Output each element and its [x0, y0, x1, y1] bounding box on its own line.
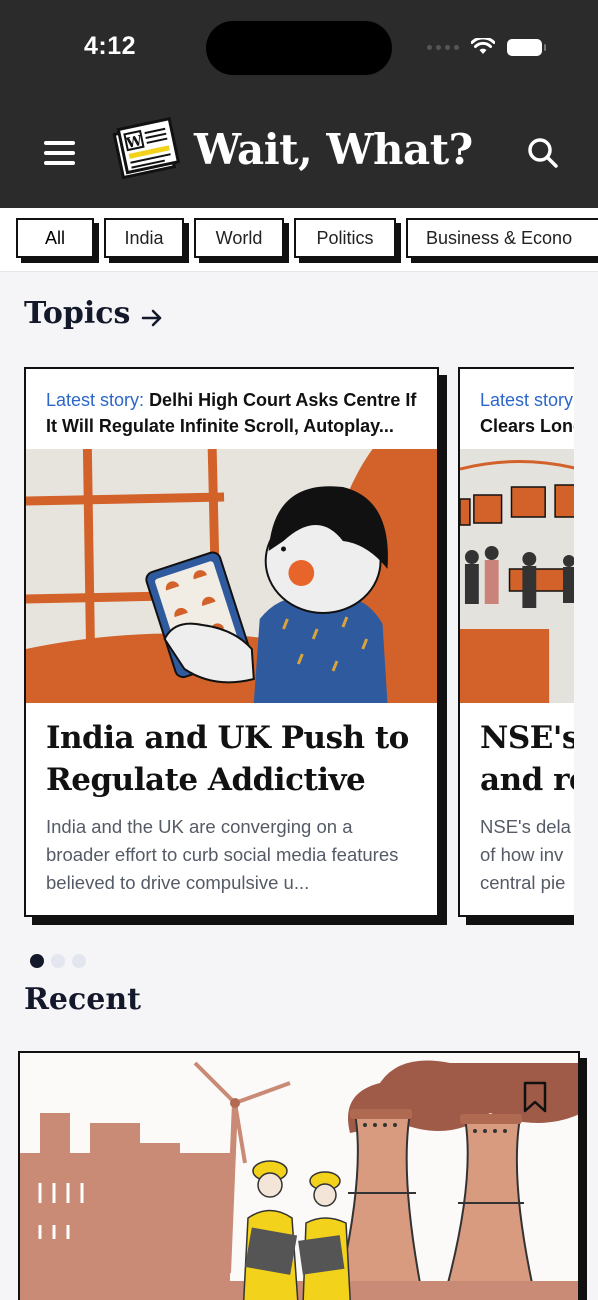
brand-logo[interactable]: W Wait, What?	[112, 116, 473, 182]
latest-story-headline: Clears Long	[480, 416, 574, 436]
bookmark-icon[interactable]	[522, 1081, 548, 1113]
recent-heading: Recent	[24, 982, 142, 1017]
topic-illustration	[26, 449, 437, 703]
search-icon[interactable]	[526, 136, 560, 170]
topic-card-title: India and UK Push to Regulate Addictive …	[46, 720, 409, 798]
category-pill-all[interactable]: All	[16, 218, 94, 258]
carousel-pager	[30, 954, 86, 968]
wifi-icon	[471, 38, 495, 54]
topic-card[interactable]: Latest story: Delhi High Court Asks Cent…	[24, 367, 439, 917]
category-pill-business[interactable]: Business & Econo	[406, 218, 598, 258]
pager-dot[interactable]	[72, 954, 86, 968]
latest-story[interactable]: Latest story Clears Long	[480, 387, 574, 439]
category-pill-world[interactable]: World	[194, 218, 284, 258]
brand-title: Wait, What?	[194, 124, 473, 174]
arrow-right-icon[interactable]	[140, 306, 164, 330]
pager-dot[interactable]	[30, 954, 44, 968]
hamburger-menu-icon[interactable]	[44, 141, 75, 165]
topics-carousel[interactable]: Latest story: Delhi High Court Asks Cent…	[24, 367, 574, 927]
latest-story-label: Latest story	[480, 390, 574, 410]
topic-card-title: NSE's and re	[480, 720, 574, 798]
topic-illustration	[460, 449, 574, 703]
pager-dot[interactable]	[51, 954, 65, 968]
latest-story[interactable]: Latest story: Delhi High Court Asks Cent…	[46, 387, 421, 439]
newspaper-logo-icon: W	[112, 116, 181, 180]
battery-icon	[507, 38, 546, 56]
category-pill-india[interactable]: India	[104, 218, 184, 258]
topic-card[interactable]: Latest story Clears Long NSE's and re NS…	[458, 367, 574, 917]
dynamic-island	[206, 21, 392, 75]
status-time: 4:12	[84, 32, 137, 60]
latest-story-label: Latest story:	[46, 390, 145, 410]
category-pill-politics[interactable]: Politics	[294, 218, 396, 258]
app-header: 4:12 W Wait, What?	[0, 0, 598, 208]
status-icons	[427, 38, 546, 56]
recent-article-card[interactable]	[18, 1051, 580, 1300]
topics-heading[interactable]: Topics	[24, 296, 130, 331]
recent-article-illustration	[20, 1053, 578, 1300]
category-filter-bar: All India World Politics Business & Econ…	[0, 208, 598, 272]
topic-card-description: India and the UK are converging on a bro…	[46, 816, 399, 893]
topic-card-description: NSE's dela of how inv central pie	[480, 816, 571, 893]
signal-icon	[427, 44, 459, 50]
